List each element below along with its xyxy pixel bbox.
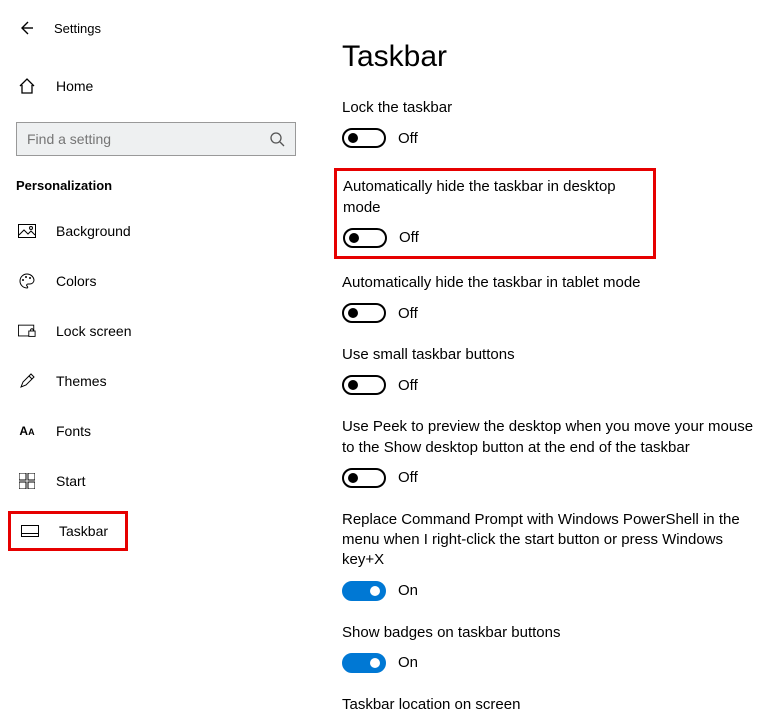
sidebar-item-start[interactable]: Start — [16, 461, 304, 501]
toggle-state: Off — [398, 377, 418, 394]
setting-label: Replace Command Prompt with Windows Powe… — [342, 510, 769, 571]
setting-lock-taskbar: Lock the taskbar Off — [342, 98, 769, 148]
setting-label: Automatically hide the taskbar in deskto… — [343, 177, 643, 218]
toggle-small-buttons[interactable] — [342, 375, 386, 395]
toggle-lock-taskbar[interactable] — [342, 128, 386, 148]
paintbrush-icon — [18, 372, 36, 390]
picture-icon — [18, 222, 36, 240]
page-title: Taskbar — [342, 40, 769, 74]
sidebar-item-colors[interactable]: Colors — [16, 261, 304, 301]
sidebar-item-label: Taskbar — [59, 523, 108, 539]
start-grid-icon — [18, 472, 36, 490]
toggle-autohide-desktop[interactable] — [343, 228, 387, 248]
back-arrow-icon[interactable] — [16, 18, 36, 38]
toggle-state: Off — [398, 469, 418, 486]
sidebar-item-label: Colors — [56, 273, 96, 289]
search-icon — [269, 131, 285, 147]
nav-home-label: Home — [56, 78, 93, 94]
sidebar-item-taskbar[interactable]: Taskbar — [19, 514, 125, 548]
setting-small-buttons: Use small taskbar buttons Off — [342, 345, 769, 395]
setting-autohide-desktop: Automatically hide the taskbar in deskto… — [343, 177, 643, 248]
sidebar-item-label: Lock screen — [56, 323, 131, 339]
setting-label: Show badges on taskbar buttons — [342, 623, 769, 643]
nav-list: Background Colors Lock screen Themes AA … — [16, 211, 304, 551]
sidebar-item-label: Themes — [56, 373, 107, 389]
search-input[interactable] — [27, 131, 269, 147]
setting-label: Automatically hide the taskbar in tablet… — [342, 273, 769, 293]
sidebar-item-label: Fonts — [56, 423, 91, 439]
section-heading: Personalization — [16, 178, 304, 193]
toggle-powershell[interactable] — [342, 581, 386, 601]
highlight-taskbar-nav: Taskbar — [8, 511, 128, 551]
setting-peek: Use Peek to preview the desktop when you… — [342, 417, 769, 488]
toggle-state: On — [398, 654, 418, 671]
sidebar-item-background[interactable]: Background — [16, 211, 304, 251]
setting-label: Use small taskbar buttons — [342, 345, 769, 365]
toggle-state: Off — [398, 130, 418, 147]
setting-badges: Show badges on taskbar buttons On — [342, 623, 769, 673]
home-icon — [18, 77, 36, 95]
toggle-autohide-tablet[interactable] — [342, 303, 386, 323]
setting-taskbar-location: Taskbar location on screen Bottom — [342, 695, 769, 713]
toggle-state: Off — [399, 229, 419, 246]
sidebar-item-lockscreen[interactable]: Lock screen — [16, 311, 304, 351]
search-box[interactable] — [16, 122, 296, 156]
toggle-badges[interactable] — [342, 653, 386, 673]
sidebar: Settings Home Personalization Background… — [0, 0, 320, 713]
sidebar-item-label: Start — [56, 473, 86, 489]
setting-label: Lock the taskbar — [342, 98, 769, 118]
main-content: Taskbar Lock the taskbar Off Automatical… — [320, 0, 783, 713]
app-title: Settings — [54, 21, 101, 36]
highlight-autohide-desktop: Automatically hide the taskbar in deskto… — [334, 168, 656, 259]
setting-autohide-tablet: Automatically hide the taskbar in tablet… — [342, 273, 769, 323]
lockscreen-icon — [18, 322, 36, 340]
toggle-state: On — [398, 582, 418, 599]
setting-powershell: Replace Command Prompt with Windows Powe… — [342, 510, 769, 601]
header-row: Settings — [16, 18, 304, 38]
setting-label: Use Peek to preview the desktop when you… — [342, 417, 769, 458]
palette-icon — [18, 272, 36, 290]
toggle-state: Off — [398, 305, 418, 322]
fonts-icon: AA — [18, 422, 36, 440]
sidebar-item-label: Background — [56, 223, 131, 239]
taskbar-icon — [21, 522, 39, 540]
nav-home[interactable]: Home — [16, 66, 304, 106]
setting-label: Taskbar location on screen — [342, 695, 769, 713]
toggle-peek[interactable] — [342, 468, 386, 488]
sidebar-item-themes[interactable]: Themes — [16, 361, 304, 401]
sidebar-item-fonts[interactable]: AA Fonts — [16, 411, 304, 451]
